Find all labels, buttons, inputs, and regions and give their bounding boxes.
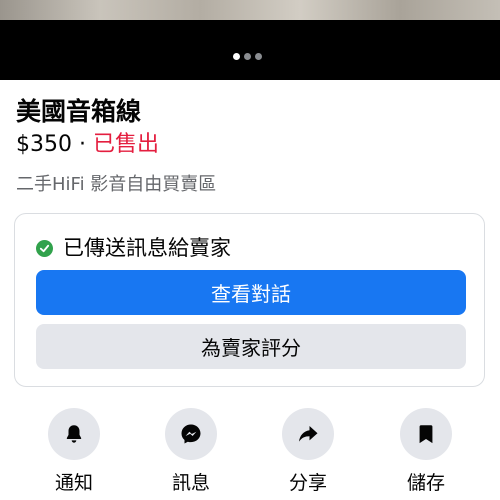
page-dot-2: [244, 53, 251, 60]
listing-photo[interactable]: [0, 0, 500, 20]
save-label: 儲存: [406, 472, 445, 494]
message-card: 已傳送訊息給賣家 查看對話 為賣家評分: [14, 213, 485, 387]
photo-background: [0, 20, 500, 80]
page-dot-3: [255, 53, 262, 60]
sold-status: 已售出: [93, 132, 160, 157]
gallery-page-indicator: [233, 53, 262, 60]
notify-label: 通知: [54, 472, 93, 494]
page-dot-1: [233, 53, 240, 60]
rate-seller-button[interactable]: 為賣家評分: [36, 324, 466, 369]
share-button[interactable]: 分享: [268, 408, 348, 496]
share-label: 分享: [288, 472, 327, 494]
message-button[interactable]: 訊息: [151, 408, 231, 496]
bell-icon: [48, 408, 100, 460]
share-arrow-icon: [282, 408, 334, 460]
bookmark-icon: [400, 408, 452, 460]
view-conversation-button[interactable]: 查看對話: [36, 270, 466, 315]
message-label: 訊息: [171, 472, 210, 494]
messenger-icon: [165, 408, 217, 460]
message-sent-text: 已傳送訊息給賣家: [63, 236, 231, 260]
price-separator: ·: [79, 132, 86, 157]
group-link[interactable]: 二手HiFi 影音自由買賣區: [16, 172, 216, 198]
listing-price: $350: [16, 132, 72, 157]
action-bar: 通知 訊息 分享 儲存: [0, 408, 500, 500]
save-button[interactable]: 儲存: [386, 408, 466, 496]
check-circle-icon: [36, 239, 53, 257]
notify-button[interactable]: 通知: [34, 408, 114, 496]
listing-title: 美國音箱線: [16, 97, 142, 126]
price-line: $350 · 已售出: [16, 130, 159, 160]
message-sent-row: 已傳送訊息給賣家: [36, 234, 231, 262]
